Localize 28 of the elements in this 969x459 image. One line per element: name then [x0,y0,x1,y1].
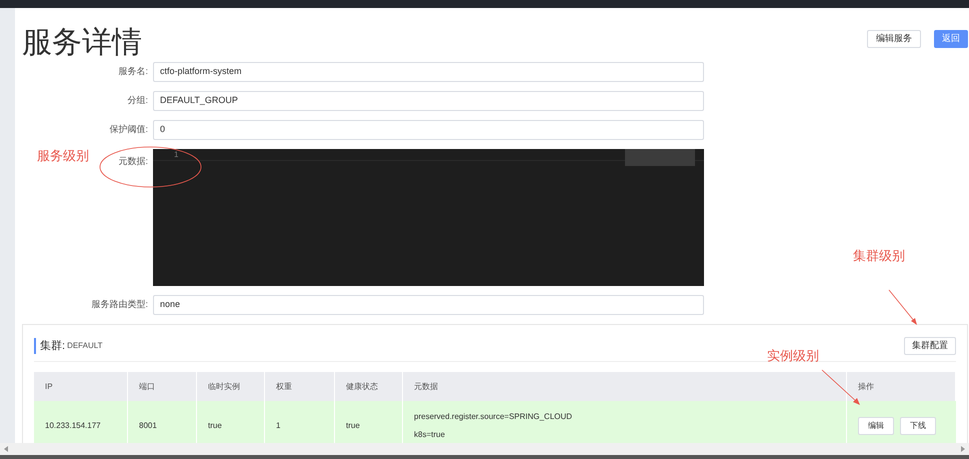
edit-button[interactable]: 编辑 [858,417,894,435]
offline-button[interactable]: 下线 [900,417,936,435]
annotation-label: 实例级别 [767,347,819,365]
cluster-label: 集群: [34,338,66,354]
line-number: 1 [174,149,178,160]
metadata-entry: preserved.register.source=SPRING_CLOUD [414,411,574,423]
field-label: 元数据: [118,155,148,168]
page-title: 服务详情 [22,25,142,61]
input-field[interactable]: 0 [153,120,704,140]
editor-scrollbar[interactable] [625,149,695,166]
field-label: 服务路由类型: [91,298,148,312]
field-label: 保护阈值: [109,123,148,136]
cluster-name: DEFAULT [67,340,102,352]
cluster-config-button[interactable]: 集群配置 [904,337,956,355]
code-editor[interactable]: 1 [153,149,704,286]
scroll-right-icon[interactable] [961,446,965,452]
input-field[interactable]: ctfo-platform-system [153,62,704,82]
horizontal-scrollbar[interactable] [0,443,969,455]
input-field[interactable]: none [153,295,704,315]
field-label: 分组: [127,94,148,108]
annotation-label: 服务级别 [37,147,89,165]
annotation-label: 集群级别 [853,247,905,265]
edit-service-button[interactable]: 编辑服务 [867,30,921,48]
field-label: 服务名: [118,65,148,78]
scroll-left-icon[interactable] [4,446,8,452]
input-field[interactable]: DEFAULT_GROUP [153,91,704,111]
metadata-entry: k8s=true [414,429,446,441]
annotation-arrow [887,288,919,327]
